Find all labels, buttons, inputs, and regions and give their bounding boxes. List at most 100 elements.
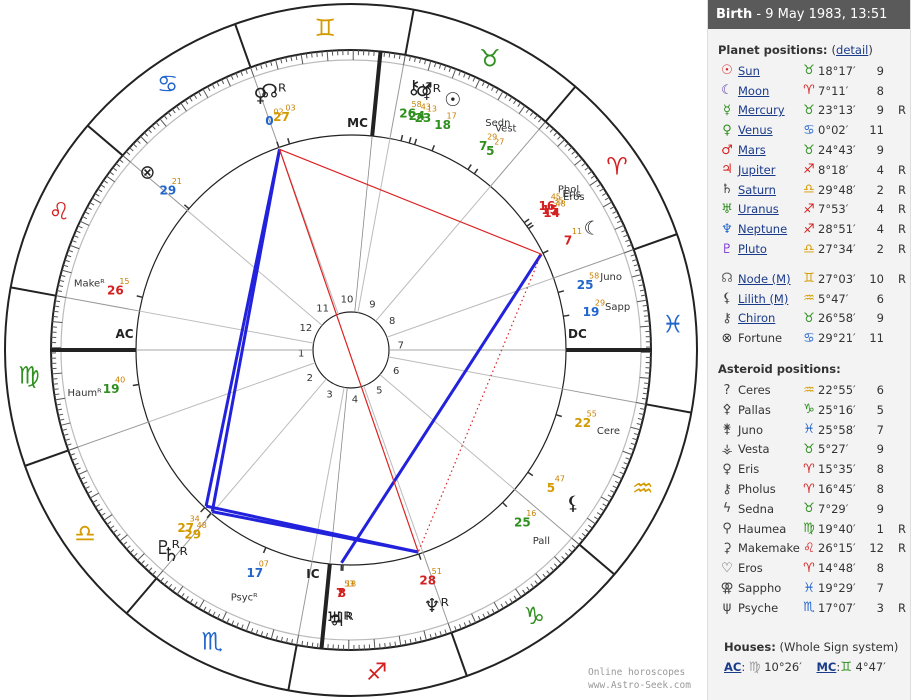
asteroid-positions-heading: Asteroid positions: <box>718 362 841 377</box>
position-degree: 0°02′ <box>818 123 849 138</box>
aquarius-icon: ♒︎ <box>803 291 815 307</box>
scorpio-icon: ♏︎ <box>202 628 224 656</box>
position-row: ϟ Sedna ♉︎ 7°29′ 9 <box>708 499 910 519</box>
degree-tick <box>152 570 157 576</box>
house-number: 3 <box>876 600 884 615</box>
degree-tick <box>631 274 642 278</box>
planet-name-sun[interactable]: Sun <box>736 64 800 78</box>
degree-tick <box>75 467 81 471</box>
detail-link[interactable]: detail <box>836 43 868 57</box>
degree-tick <box>217 613 221 619</box>
planet-name-chiron[interactable]: Chiron <box>736 311 800 325</box>
position-row: ♀ Venus ♋︎ 0°02′ 11 <box>708 120 910 140</box>
degree-tick <box>159 118 167 127</box>
degree-tick <box>198 599 205 609</box>
planet-name-saturn[interactable]: Saturn <box>736 183 800 197</box>
degree-tick <box>172 587 177 592</box>
planet-name-neptune[interactable]: Neptune <box>736 222 800 236</box>
libra-icon: ♎︎ <box>803 182 815 198</box>
venus-icon: ♀ <box>722 122 732 138</box>
degree-tick <box>515 588 522 598</box>
degree-tick <box>122 541 128 546</box>
position-tick <box>276 141 280 148</box>
sign-divider <box>578 543 616 576</box>
degree-tick <box>63 433 69 437</box>
ac-link[interactable]: AC <box>724 660 741 674</box>
house-number: 9 <box>876 143 884 158</box>
house-cusp-line-inner <box>139 310 314 344</box>
house-number: 4 <box>876 222 884 237</box>
house-number: 9 <box>876 311 884 326</box>
position-tick <box>413 138 418 145</box>
degree-tick <box>122 155 131 163</box>
degree-tick <box>636 299 647 303</box>
house-cusp-line-inner <box>357 138 391 313</box>
degree-tick <box>136 139 141 144</box>
planet-name-eris: Eris <box>738 462 760 477</box>
degree-tick <box>80 476 86 480</box>
degree-tick <box>52 321 63 324</box>
degree-tick <box>433 62 437 68</box>
angles-row: AC: ♍︎ 10°26′ MC:♊︎ 4°47′ <box>724 659 886 675</box>
degree-tick <box>94 193 100 197</box>
degree-tick <box>533 114 538 120</box>
position-row: ♅ Uranus ♐︎ 7°53′ 4 R <box>708 200 910 220</box>
degree-tick <box>602 192 607 196</box>
degree-tick <box>221 79 225 85</box>
chart-minutes: 29 <box>487 133 497 142</box>
planet-positions-heading: Planet positions: (detail) <box>718 43 873 57</box>
position-row: ⚸ Lilith (M) ♒︎ 5°47′ 6 <box>708 289 910 309</box>
position-degree: 24°43′ <box>818 143 856 158</box>
degree-tick <box>525 108 530 113</box>
position-tick <box>431 145 436 152</box>
degree-tick <box>557 135 562 140</box>
degree-tick <box>505 601 509 606</box>
degree-tick <box>167 111 172 117</box>
house-number: 11 <box>869 123 884 138</box>
position-degree: 22°55′ <box>818 383 856 398</box>
degree-tick <box>311 642 314 648</box>
planet-name-uranus[interactable]: Uranus <box>736 202 800 216</box>
degree-tick <box>557 139 566 147</box>
planet-name-jupiter[interactable]: Jupiter <box>736 163 800 177</box>
degree-tick <box>482 613 486 619</box>
credit-line-2: www.Astro-Seek.com <box>588 680 691 691</box>
mc-link[interactable]: MC <box>816 660 836 674</box>
gemini-icon: ♊︎ <box>315 14 337 42</box>
mc-axis-inner <box>354 136 373 313</box>
planet-name-mercury[interactable]: Mercury <box>736 103 800 117</box>
asteroid-list: ? Ceres ♒︎ 22°55′ 6 ⚴ Pallas ♑︎ 25°16′ 5 ⚵ Juno ♓︎ 25… <box>708 380 910 618</box>
libra-icon: ♎︎ <box>74 519 96 547</box>
dc-label: DC <box>568 327 587 341</box>
degree-tick <box>230 74 234 80</box>
degree-tick <box>163 115 168 120</box>
degree-tick <box>156 570 164 579</box>
degree-tick <box>546 570 551 575</box>
planet-name-moon[interactable]: Moon <box>736 84 800 98</box>
house-cusp-line <box>65 296 140 312</box>
degree-tick <box>92 499 98 503</box>
mars-icon: ♂ <box>721 142 733 158</box>
position-row: ♆ Neptune ♐︎ 28°51′ 4 R <box>708 219 910 239</box>
position-degree: 26°58′ <box>818 311 856 326</box>
degree-tick <box>513 595 518 601</box>
degree-tick <box>602 503 608 507</box>
house-number: 2 <box>876 242 884 257</box>
degree-tick <box>509 598 513 604</box>
planet-name-lilith-m-[interactable]: Lilith (M) <box>736 292 800 306</box>
planet-name-mars[interactable]: Mars <box>736 143 800 157</box>
degree-tick <box>326 50 329 61</box>
degree-tick <box>109 525 115 530</box>
planet-name-node-m-[interactable]: Node (M) <box>736 272 800 286</box>
degree-tick <box>316 643 319 649</box>
fortune-icon: ⊗ <box>721 330 733 346</box>
house-number: 10 <box>869 271 884 286</box>
degree-tick <box>92 197 102 204</box>
planet-name-pluto[interactable]: Pluto <box>736 242 800 256</box>
degree-tick <box>589 179 599 186</box>
scorpio-icon: ♏︎ <box>803 600 815 616</box>
pisces-icon: ♓︎ <box>662 310 684 338</box>
planet-name-venus[interactable]: Venus <box>736 123 800 137</box>
degree-tick <box>451 68 457 79</box>
pholus-icon: ⚷ <box>722 481 732 497</box>
